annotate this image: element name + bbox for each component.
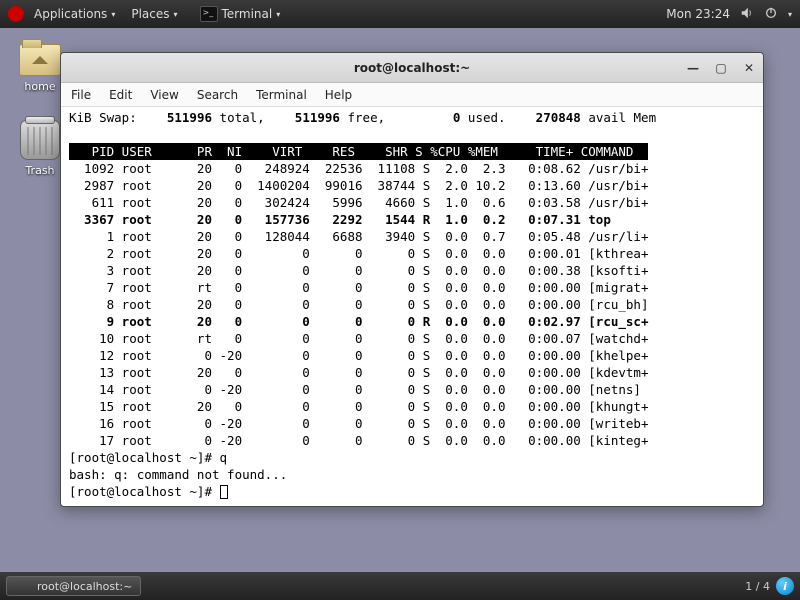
bottom-panel: root@localhost:~ 1 / 4 i xyxy=(0,572,800,600)
info-icon[interactable]: i xyxy=(776,577,794,595)
folder-icon xyxy=(19,44,61,76)
terminal-label: Terminal xyxy=(222,7,273,21)
distro-logo-icon xyxy=(8,6,24,22)
workspace-indicator[interactable]: 1 / 4 xyxy=(745,580,770,593)
taskbar-item-label: root@localhost:~ xyxy=(37,580,132,593)
applications-label: Applications xyxy=(34,7,107,21)
window-menubar: File Edit View Search Terminal Help xyxy=(61,83,763,107)
clock[interactable]: Mon 23:24 xyxy=(666,7,730,21)
chevron-down-icon: ▾ xyxy=(276,10,280,19)
chevron-down-icon: ▾ xyxy=(173,10,177,19)
taskbar-item-terminal[interactable]: root@localhost:~ xyxy=(6,576,141,596)
menu-edit[interactable]: Edit xyxy=(109,88,132,102)
menu-search[interactable]: Search xyxy=(197,88,238,102)
places-label: Places xyxy=(131,7,169,21)
menu-file[interactable]: File xyxy=(71,88,91,102)
menu-help[interactable]: Help xyxy=(325,88,352,102)
window-title: root@localhost:~ xyxy=(61,61,763,75)
terminal-content[interactable]: KiB Swap: 511996 total, 511996 free, 0 u… xyxy=(61,107,763,506)
places-menu[interactable]: Places ▾ xyxy=(125,7,183,21)
applications-menu[interactable]: Applications ▾ xyxy=(28,7,121,21)
trash-icon xyxy=(20,120,60,160)
menu-terminal[interactable]: Terminal xyxy=(256,88,307,102)
titlebar[interactable]: root@localhost:~ — ▢ ✕ xyxy=(61,53,763,83)
maximize-button[interactable]: ▢ xyxy=(713,60,729,76)
terminal-icon xyxy=(200,6,218,22)
minimize-button[interactable]: — xyxy=(685,60,701,76)
terminal-window: root@localhost:~ — ▢ ✕ File Edit View Se… xyxy=(60,52,764,507)
close-button[interactable]: ✕ xyxy=(741,60,757,76)
menu-view[interactable]: View xyxy=(150,88,178,102)
terminal-icon xyxy=(15,579,31,593)
chevron-down-icon: ▾ xyxy=(111,10,115,19)
terminal-menu[interactable]: Terminal ▾ xyxy=(194,6,287,22)
volume-icon[interactable] xyxy=(740,6,754,23)
power-icon[interactable] xyxy=(764,6,778,23)
chevron-down-icon[interactable]: ▾ xyxy=(788,10,792,19)
system-tray: Mon 23:24 ▾ xyxy=(666,6,792,23)
top-panel: Applications ▾ Places ▾ Terminal ▾ Mon 2… xyxy=(0,0,800,28)
